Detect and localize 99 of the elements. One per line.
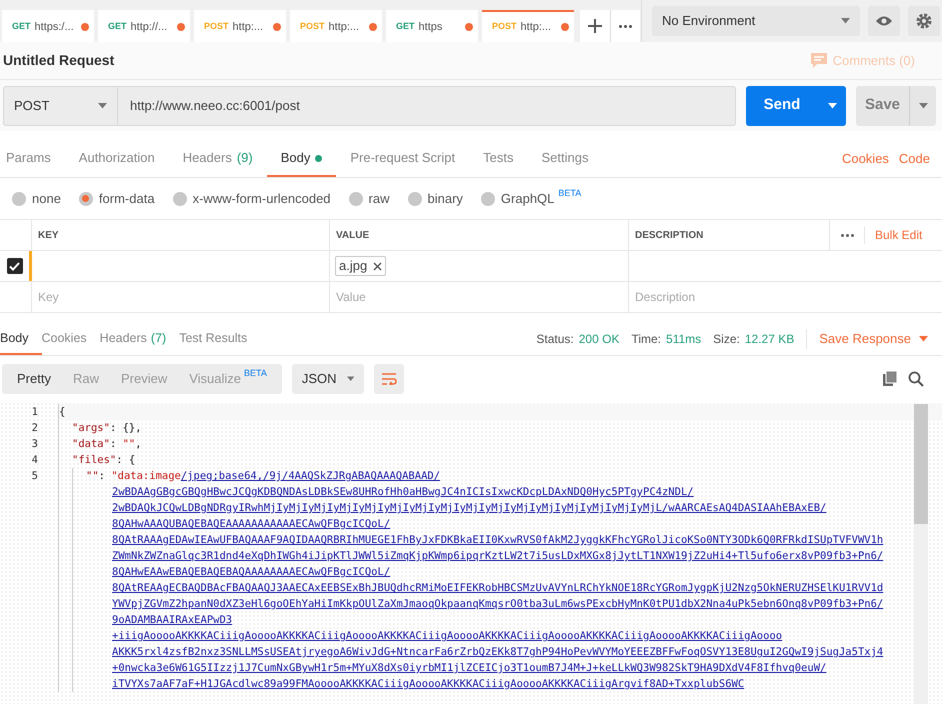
column-header: VALUE (336, 228, 370, 242)
stat-value: 12.27 KB (744, 331, 794, 348)
code-token: "data" (72, 437, 110, 452)
stat-label: Time: (631, 331, 662, 348)
code-token: : (110, 437, 118, 452)
eye-icon[interactable] (868, 6, 900, 36)
table-input-field[interactable]: Value (330, 282, 629, 312)
code-token: "" (86, 469, 99, 484)
radio-label[interactable]: form-data (98, 188, 155, 208)
code-token: : { (116, 453, 136, 468)
base64-string[interactable]: 8QAHwAAAQUBAQEBAQEAAAAAAAAAAAECAwQFBgcICQoL/ (112, 518, 390, 530)
base64-string[interactable]: 8QAtREAAgECBAQDBAcFBAQAAQJ3AAECAxEEBSExBhJBUQdhcRMiMoEIFEKRobHBCSMzUvAVYnLRChYkNOE18RcYGRomJygpKjU2Nzg5OkNERUZHSElKU1RVV1d (112, 582, 884, 594)
code-token: "args" (72, 421, 110, 436)
environment-select[interactable]: No Environment (652, 6, 860, 36)
column-header: KEY (38, 228, 59, 242)
caret-icon (98, 102, 107, 108)
beta-label: BETA (558, 186, 582, 200)
request-tab[interactable]: POST http:... (482, 10, 574, 42)
request-tab[interactable]: POST http:... (290, 10, 382, 42)
url-field[interactable]: http://www.neeo.cc:6001/post (118, 86, 736, 126)
tab-title: http://... (130, 20, 168, 35)
tab-title: https:/... (34, 20, 75, 35)
method-label: POST (492, 20, 517, 34)
request-tab[interactable]: GET https:/... (2, 10, 94, 42)
tab-title: http:... (232, 20, 264, 35)
code-token: , (135, 437, 142, 452)
radio-label[interactable]: GraphQL (500, 188, 554, 208)
radio-button[interactable] (348, 192, 363, 206)
line-number: 3 (30, 437, 38, 452)
section-tab[interactable]: Body (266, 141, 336, 177)
radio-label[interactable]: none (32, 188, 61, 208)
radio-button[interactable] (78, 192, 93, 206)
base64-string[interactable]: +0nwcka3e6W61G5IIzzj1J7CumNxGBywH1r5m+MYuX8dXs0iyrbMI1jlZCEICjo3T1oumB7J4M+J+keLLkWQ3W982SkT9HA9DXdV4F8Ifhvq0euW/ (112, 662, 826, 674)
line-number: 1 (30, 405, 38, 420)
method-label: POST (300, 20, 325, 34)
radio-label[interactable]: raw (368, 188, 390, 208)
tab-title: http:... (328, 20, 360, 35)
caret-icon (918, 102, 928, 108)
base64-string[interactable]: 8QAHwEAAwEBAQEBAQEBAQAAAAAAAAECAwQFBgcICQoL/ (112, 566, 390, 578)
code-token: "data:image (111, 469, 181, 484)
code-token: : {}, (110, 421, 142, 436)
settings-icon[interactable] (908, 6, 940, 36)
radio-button[interactable] (480, 192, 495, 206)
file-chip[interactable]: a.jpg (335, 256, 386, 276)
line-number: 2 (30, 421, 38, 436)
search-icon[interactable] (908, 371, 924, 387)
code-token: : (98, 469, 106, 484)
stat-label: Size: (713, 331, 740, 348)
caret-icon (828, 102, 836, 108)
copy-icon[interactable] (882, 371, 898, 387)
code-token: "files" (72, 453, 116, 468)
row-checkbox[interactable] (6, 258, 22, 274)
method-select[interactable]: POST (3, 86, 118, 126)
request-tab[interactable]: GET http://... (98, 10, 190, 42)
caret-icon (919, 336, 928, 342)
base64-string[interactable]: AKKK5rxl4zsfB2nxz3SNLLMSsUSEAtjryegoA6WivJdG+NtncarFa6rZrbQzEKk8T7ghP94HoPevWVYMoYEEEZBFFwFoqOSVY13E8UguI2GQwI9jSugJa5Txj4 (112, 646, 884, 658)
request-title: Untitled Request (3, 51, 114, 70)
stat-value: 200 OK (578, 331, 620, 348)
code-token: "" (122, 437, 136, 452)
tab-title: https (418, 20, 444, 35)
base64-string[interactable]: ZWmNkZWZnaGlqc3R1dnd4eXqDhIWGh4iJipKTlJWWl5iZmqKjpKWmp6ipqrKztLW2t7i5usLDxMXGx8jJytLT1NXW19jZ2uHi4+Tl5ufo6erx8vP09fb3+Pn6/ (112, 550, 884, 562)
line-number: 4 (30, 453, 38, 468)
base64-string[interactable]: 8QAtRAAAgEDAwIEAwUFBAQAAAF9AQIDAAQRBRIhMUEGE1FhByJxFDKBkaEII0KxwRVS0fAkM2JyggkKFhcYGRolJicoKSo0NTY3ODk6Q0RFRkdISUpTVFVWV1h (112, 534, 884, 546)
column-header: DESCRIPTION (635, 228, 704, 242)
view-mode-tab[interactable]: Pretty (6, 364, 62, 394)
radio-label[interactable]: x-www-form-urlencoded (192, 188, 331, 208)
comment-icon (810, 52, 827, 68)
method-label: GET (12, 20, 31, 34)
radio-button[interactable] (12, 192, 26, 206)
base64-string[interactable]: +iiigAooooAKKKKACiiigAooooAKKKKACiiigAooooAKKKKACiiigAooooAKKKKACiiigAooooAKKKKACiiigAooooAKKKKACiiigAoooo (112, 630, 782, 642)
code-token: { (59, 405, 66, 420)
base64-string[interactable]: YWVpjZGVmZ2hpanN0dXZ3eHl6goOEhYaHiImKkpOUlZaXmJmaoqOkpaanqKmqsrO0tba3uLm6wsPExcbHyMnK0tPU1dbX2Nna4uPk5ebn6Onq8vP09fb3+Pn6/ (112, 598, 884, 610)
radio-label[interactable]: binary (428, 188, 463, 208)
table-input-field[interactable]: Description (629, 282, 942, 312)
base64-string[interactable]: iTVYXs7aAF7aF+H1JGAcdlwc89a99FMAooooAKKKKACiiigAooooAKKKKACiiigAooooAKKKKACiiigArgvif8AD+TxxplubS6WC (112, 678, 744, 690)
method-label: POST (204, 20, 229, 34)
table-input-field[interactable]: Key (32, 282, 330, 312)
view-mode-tab[interactable]: Visualize BETA (178, 364, 278, 394)
request-tab[interactable]: POST http:... (194, 10, 286, 42)
wrap-lines-icon[interactable] (374, 364, 404, 394)
line-number: 5 (30, 469, 38, 484)
caret-icon (346, 376, 354, 382)
method-label: GET (396, 20, 415, 34)
request-tab[interactable]: GET https (386, 10, 478, 42)
close-icon[interactable] (373, 262, 382, 270)
format-select[interactable]: JSON (292, 364, 364, 394)
code-token[interactable]: /jpeg;base64,/9j/4AAQSkZJRgABAQAAAQABAAD/ (180, 468, 440, 484)
base64-string[interactable]: 2wBDAQkJCQwLDBgNDRgyIRwhMjIyMjIyMjIyMjIyMjIyMjIyMjIyMjIyMjIyMjIyMjIyMjIyMjIyMjIyMjIyMjL/wAARCAEsAQ4DASIAAhEBAxEB/ (112, 502, 826, 514)
caret-icon (841, 18, 850, 24)
tab-title: http:... (520, 20, 552, 35)
scrollbar-thumb[interactable] (914, 404, 928, 524)
response-tab[interactable]: Body (0, 323, 42, 355)
base64-string[interactable]: 2wBDAAgGBgcGBQgHBwcJCQgKDBQNDAsLDBkSEw8UHRofHh0aHBwgJC4nICIsIxwcKDcpLDAxNDQ0Hyc5PTgyPC4zNDL/ (112, 486, 694, 498)
method-label: GET (108, 20, 127, 34)
radio-button[interactable] (172, 192, 187, 206)
stat-value: 511ms (666, 331, 702, 348)
stat-label: Status: (536, 331, 574, 348)
base64-string[interactable]: 9oADAMBAAIRAxEAPwD3 (112, 614, 232, 626)
radio-button[interactable] (408, 192, 422, 206)
